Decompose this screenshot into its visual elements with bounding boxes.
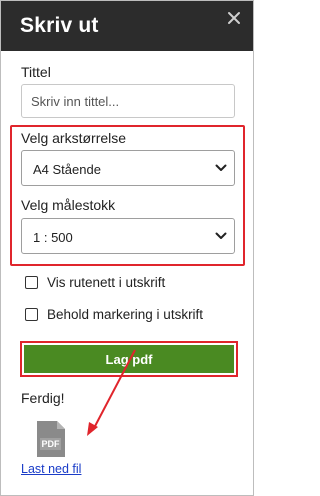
panel-header: Skriv ut <box>1 1 253 51</box>
title-input[interactable] <box>21 84 235 118</box>
keep-selection-checkbox[interactable] <box>25 308 38 321</box>
show-grid-label: Vis rutenett i utskrift <box>47 275 166 290</box>
download-file-link[interactable]: Last ned fil <box>21 462 81 476</box>
paper-size-label: Velg arkstørrelse <box>21 130 127 146</box>
annotation-arrow-icon <box>87 349 136 436</box>
paper-size-value: A4 Stående <box>33 162 101 177</box>
print-panel: Skriv ut Tittel Velg arkstørrelse A4 Stå… <box>0 0 254 496</box>
panel-title: Skriv ut <box>20 14 99 37</box>
pdf-file-icon[interactable]: PDF <box>29 418 71 460</box>
scale-select[interactable]: 1 : 500 <box>21 218 235 254</box>
status-text: Ferdig! <box>21 390 65 406</box>
scale-value: 1 : 500 <box>33 230 73 245</box>
title-label: Tittel <box>21 64 51 80</box>
keep-selection-label: Behold markering i utskrift <box>47 307 204 322</box>
close-icon[interactable] <box>222 6 246 30</box>
chevron-down-icon <box>215 232 227 239</box>
scale-label: Velg målestokk <box>21 197 116 213</box>
chevron-down-icon <box>215 164 227 171</box>
show-grid-checkbox[interactable] <box>25 276 38 289</box>
paper-size-select[interactable]: A4 Stående <box>21 150 235 186</box>
pdf-file-icon-text: PDF <box>41 439 60 449</box>
